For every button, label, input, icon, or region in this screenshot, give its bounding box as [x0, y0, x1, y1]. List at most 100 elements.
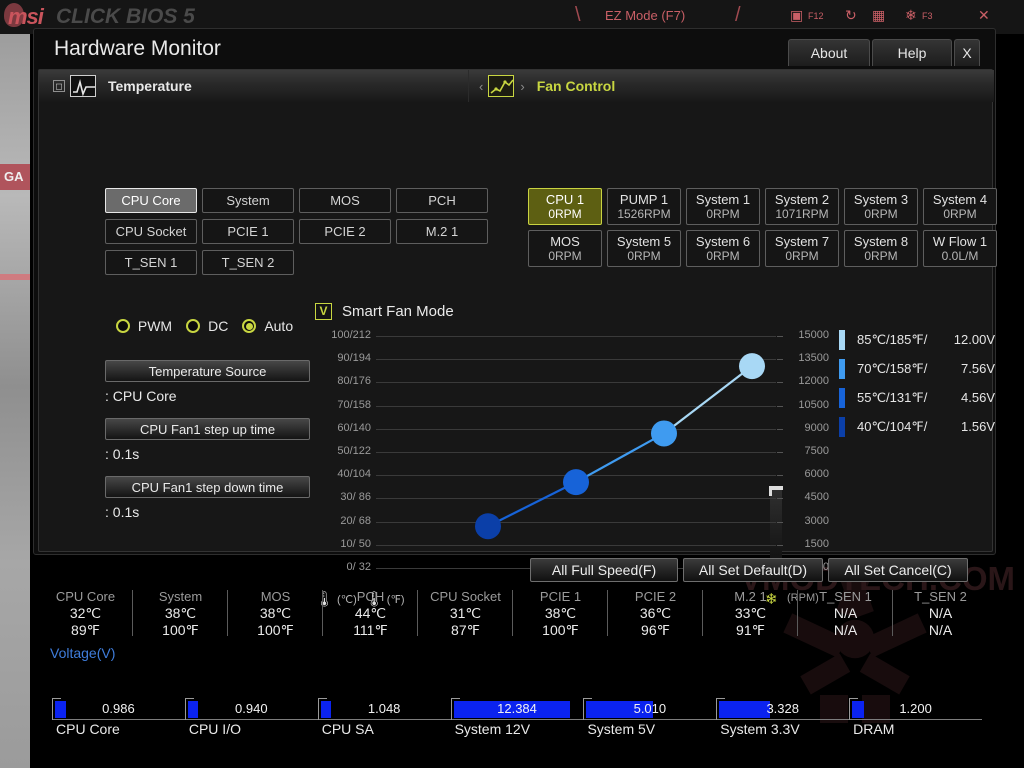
fan-button[interactable]: System 1 0RPM	[686, 188, 760, 225]
temperature-source-button[interactable]: CPU Core	[105, 188, 197, 213]
fan-speed-value: 0RPM	[864, 248, 898, 263]
voltage-tick-top	[716, 698, 726, 699]
temperature-source-button[interactable]: MOS	[299, 188, 391, 213]
temperature-sensor-name: CPU Core	[55, 589, 116, 604]
legend-voltage: 12.00V	[953, 332, 995, 347]
fan-button[interactable]: MOS 0RPM	[528, 230, 602, 267]
fan-name: System 3	[853, 191, 909, 207]
fan-speed-value: 0RPM	[548, 206, 582, 221]
fan-button[interactable]: System 6 0RPM	[686, 230, 760, 267]
fan-button[interactable]: System 4 0RPM	[923, 188, 997, 225]
fan-speed-value: 0RPM	[548, 248, 582, 263]
temperature-fahrenheit: 100℉	[542, 622, 579, 638]
temperature-readout-cell: T_SEN 1 N/A N/A	[798, 588, 893, 640]
voltage-value: 1.200	[899, 701, 932, 716]
voltage-readout-cell: 1.200 DRAM	[849, 698, 982, 740]
fan-button[interactable]: System 2 1071RPM	[765, 188, 839, 225]
voltage-bar-frame: 5.010	[583, 698, 716, 720]
fan-speed-value: 0RPM	[706, 206, 740, 221]
temperature-source-button[interactable]: System	[202, 188, 294, 213]
temperature-source-label[interactable]: Temperature Source	[105, 360, 310, 382]
temperature-source-button[interactable]: T_SEN 1	[105, 250, 197, 275]
refresh-icon[interactable]: ↻	[845, 7, 857, 24]
temperature-source-button[interactable]: CPU Socket	[105, 219, 197, 244]
temperature-source-button[interactable]: PCIE 2	[299, 219, 391, 244]
legend-color-swatch	[839, 416, 845, 437]
fan-button[interactable]: System 7 0RPM	[765, 230, 839, 267]
temperature-sensor-name: CPU Socket	[430, 589, 501, 604]
monitor-icon[interactable]: ▦	[872, 7, 885, 24]
temperature-source-grid: CPU Core System MOS PCH CPU Socket PCIE 1 PCIE…	[105, 188, 495, 281]
temperature-source-button[interactable]: PCIE 1	[202, 219, 294, 244]
close-icon[interactable]: ✕	[978, 7, 990, 24]
voltage-rail-name: System 12V	[454, 721, 531, 737]
step-down-time-label[interactable]: CPU Fan1 step down time	[105, 476, 310, 498]
close-button[interactable]: X	[954, 39, 980, 66]
fan-action-button[interactable]: All Set Cancel(C)	[828, 558, 968, 582]
step-up-time-label[interactable]: CPU Fan1 step up time	[105, 418, 310, 440]
fan-button[interactable]: System 3 0RPM	[844, 188, 918, 225]
fan-button[interactable]: System 5 0RPM	[607, 230, 681, 267]
prev-panel-arrow-icon[interactable]: ‹	[479, 79, 483, 94]
fan-action-button[interactable]: All Set Default(D)	[683, 558, 823, 582]
fan-mode-label: Auto	[264, 318, 294, 334]
fan-button[interactable]: CPU 1 0RPM	[528, 188, 602, 225]
temperature-fahrenheit: 100℉	[257, 622, 294, 638]
bios-left-sidebar: GA	[0, 34, 34, 768]
temperature-readout-cell: CPU Core 32℃ 89℉	[38, 588, 133, 640]
fan-curve-point[interactable]	[739, 353, 765, 380]
voltage-readout-cell: 12.384 System 12V	[450, 698, 584, 740]
fan-curve-point[interactable]	[651, 420, 677, 447]
voltage-bar-frame: 12.384	[450, 698, 584, 720]
fan-mode-radio[interactable]	[115, 319, 130, 333]
temperature-fahrenheit: N/A	[833, 622, 858, 638]
voltage-readout-strip: 0.986 CPU Core 0.940 CPU I/O 1.048 CPU SA 12.3…	[52, 698, 982, 740]
temperature-celsius: 33℃	[734, 605, 767, 621]
fan-curve-point[interactable]	[563, 469, 589, 496]
temperature-readout-cell: CPU Socket 31℃ 87℉	[418, 588, 513, 640]
legend-color-swatch	[839, 358, 845, 379]
fan-curve-plot[interactable]: 100/212 15000 90/194 13500 80/176 12000 70/158…	[315, 328, 835, 578]
temperature-fahrenheit: 89℉	[71, 622, 100, 638]
step-down-time-value: : 0.1s	[105, 504, 140, 520]
game-boost-tag[interactable]: GA	[0, 164, 30, 190]
fan-curve-point[interactable]	[475, 513, 501, 540]
temperature-graph-icon	[70, 75, 96, 97]
help-button[interactable]: Help	[872, 39, 952, 66]
temperature-panel-title: Temperature	[108, 78, 192, 94]
screenshot-icon[interactable]: ▣	[790, 7, 803, 24]
voltage-tick-top	[849, 698, 859, 699]
fan-action-button[interactable]: All Full Speed(F)	[530, 558, 678, 582]
legend-voltage: 1.56V	[961, 419, 995, 434]
legend-voltage: 4.56V	[961, 390, 995, 405]
temperature-source-row: T_SEN 1 T_SEN 2	[105, 250, 495, 275]
temperature-collapse-checkbox[interactable]: ◻	[53, 80, 65, 92]
voltage-tick-top	[317, 698, 327, 699]
legend-row: 70℃/158℉/ 7.56V	[839, 354, 999, 383]
temperature-source-row: CPU Core System MOS PCH	[105, 188, 495, 213]
temperature-source-button[interactable]: T_SEN 2	[202, 250, 294, 275]
temperature-source-button[interactable]: PCH	[396, 188, 488, 213]
fan-speed-value: 1071RPM	[775, 206, 829, 221]
temperature-source-value: : CPU Core	[105, 388, 177, 404]
temperature-celsius: 44℃	[354, 605, 387, 621]
fan-button[interactable]: System 8 0RPM	[844, 230, 918, 267]
fan-action-buttons: All Full Speed(F) All Set Default(D) All S…	[530, 558, 973, 582]
sidebar-accent-line	[0, 274, 30, 280]
smart-fan-mode-checkbox[interactable]: V	[315, 302, 332, 320]
temperature-fahrenheit: 91℉	[736, 622, 765, 638]
fan-mode-radio[interactable]	[186, 319, 201, 333]
fan-button[interactable]: W Flow 1 0.0L/M	[923, 230, 997, 267]
favorites-icon[interactable]: ❄	[905, 7, 917, 24]
ez-mode-button[interactable]: EZ Mode (F7)	[605, 8, 685, 23]
fan-mode-radio[interactable]	[242, 319, 257, 333]
voltage-value: 5.010	[633, 701, 667, 716]
fan-button[interactable]: PUMP 1 1526RPM	[607, 188, 681, 225]
temperature-source-button[interactable]: M.2 1	[396, 219, 488, 244]
voltage-bar-frame: 3.328	[716, 698, 849, 720]
fan-mode-label: DC	[208, 318, 229, 334]
about-button[interactable]: About	[788, 39, 870, 66]
temperature-sensor-name: PCIE 1	[539, 589, 582, 604]
next-panel-arrow-icon[interactable]: ›	[520, 79, 524, 94]
voltage-tick-top	[583, 698, 593, 699]
